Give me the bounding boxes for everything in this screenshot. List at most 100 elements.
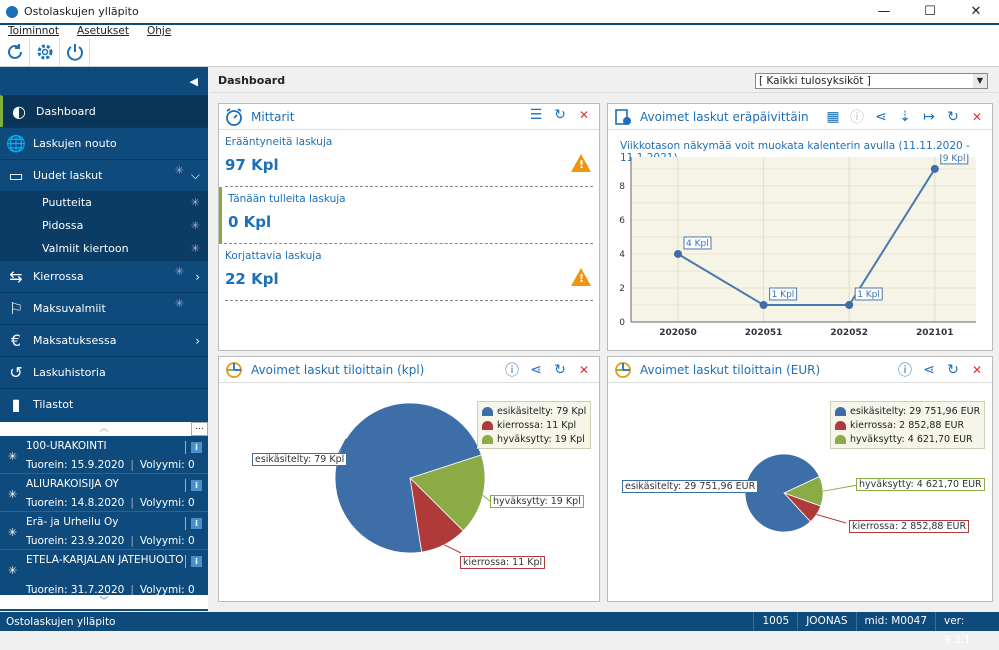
clipboard-clock-icon <box>612 106 634 128</box>
warning-glyph: ! <box>579 158 584 171</box>
globe-icon: 🌐 <box>5 133 27 155</box>
sidebar-item-label: Maksatuksessa <box>33 334 116 347</box>
scroll-up-button[interactable]: ︿ <box>0 422 208 436</box>
sidebar-subitem[interactable]: Pidossa✳ <box>0 214 208 237</box>
erapaivat-panel: Avoimet laskut eräpäivittäin ▦ⓘ⋖⇣↦↻✕ Vii… <box>607 103 993 351</box>
refresh-icon[interactable]: ↻ <box>944 109 962 125</box>
sort-icon[interactable]: ⇣ <box>896 109 914 125</box>
menu-ohje[interactable]: Ohje <box>147 25 171 37</box>
refresh-button[interactable] <box>0 38 30 66</box>
data-point[interactable] <box>845 301 853 309</box>
sidebar-item-label: Laskuhistoria <box>33 366 106 379</box>
maximize-button[interactable]: ☐ <box>907 0 953 23</box>
y-tick-label: 8 <box>619 182 625 192</box>
supplier-card[interactable]: ✳100-URAKOINTITuorein: 15.9.2020|Volyymi… <box>0 436 208 474</box>
info-icon[interactable]: i <box>191 442 202 453</box>
sidebar-item-dashboard[interactable]: ◐Dashboard <box>0 95 208 127</box>
chevron-down-icon: ▼ <box>973 74 987 88</box>
menu-asetukset[interactable]: Asetukset <box>77 25 129 37</box>
share-icon[interactable]: ⋖ <box>872 109 890 125</box>
subitem-label: Puutteita <box>42 196 92 209</box>
minimize-button[interactable]: — <box>861 0 907 23</box>
settings-button[interactable] <box>30 38 60 66</box>
refresh-icon[interactable]: ↻ <box>551 107 569 123</box>
supplier-latest: Tuorein: 23.9.2020 <box>26 535 124 547</box>
collapse-sidebar-button[interactable]: ◀ <box>0 67 208 95</box>
asterisk-icon: ✳ <box>175 164 184 177</box>
power-button[interactable] <box>60 38 90 66</box>
supplier-card[interactable]: ✳ETELÄ-KARJALAN JÄTEHUOLTO OYTuorein: 31… <box>0 550 208 595</box>
title-bar: Ostolaskujen ylläpito — ☐ ✕ <box>0 0 999 23</box>
menu-icon[interactable]: ☰ <box>527 107 545 123</box>
sidebar-item-maksuvalmiit[interactable]: ⚐Maksuvalmiit✳ <box>0 292 208 324</box>
y-tick-label: 0 <box>619 318 625 328</box>
sidebar-item-tilastot[interactable]: ▮Tilastot <box>0 388 208 420</box>
data-label: 9 Kpl <box>943 154 966 164</box>
menu-bar: Toiminnot Asetukset Ohje <box>0 23 999 37</box>
supplier-volume: Volyymi: 0 <box>140 584 195 595</box>
slice-label: hyväksytty: 19 Kpl <box>490 495 584 508</box>
mittarit-panel: Mittarit ☰↻✕ Erääntyneitä laskuja97 Kpl!… <box>218 103 600 351</box>
stats-icon: ▮ <box>5 394 27 416</box>
inbox-icon: ▭ <box>5 165 27 187</box>
x-tick-label: 202050 <box>659 328 697 338</box>
legend-item: esikäsitelty: 79 Kpl <box>482 404 586 418</box>
calendar-icon[interactable]: ▦ <box>824 109 842 125</box>
sidebar-item-kierrossa[interactable]: ⇆Kierrossa✳› <box>0 260 208 292</box>
dashboard-icon: ◐ <box>8 101 30 123</box>
history-icon: ↺ <box>5 362 27 384</box>
asterisk-icon: ✳ <box>191 242 200 255</box>
metric-value: 97 Kpl <box>225 156 279 174</box>
metric-label: Tänään tulleita laskuja <box>228 193 346 205</box>
slice-label: kierrossa: 2 852,88 EUR <box>849 520 969 533</box>
chevron-icon[interactable]: › <box>195 334 200 348</box>
sidebar-item-label: Uudet laskut <box>33 169 102 182</box>
asterisk-icon: ✳ <box>8 488 17 501</box>
supplier-card[interactable]: ✳ALIURAKOISIJA OYTuorein: 14.8.2020|Voly… <box>0 474 208 512</box>
panel-title: Avoimet laskut eräpäivittäin <box>640 110 809 124</box>
supplier-list[interactable]: ✳100-URAKOINTITuorein: 15.9.2020|Volyymi… <box>0 436 208 595</box>
asterisk-icon: ✳ <box>175 265 184 278</box>
supplier-details: Tuorein: 23.9.2020|Volyymi: 0 <box>26 535 195 547</box>
asterisk-icon: ✳ <box>8 526 17 539</box>
supplier-volume: Volyymi: 0 <box>140 497 195 509</box>
more-button[interactable]: ... <box>191 422 208 436</box>
info-icon[interactable]: i <box>191 518 202 529</box>
chevron-icon[interactable]: ⌵ <box>191 168 200 183</box>
separator: | <box>130 497 134 509</box>
x-tick-label: 202052 <box>830 328 868 338</box>
data-point[interactable] <box>674 250 682 258</box>
sidebar-subitem[interactable]: Puutteita✳ <box>0 191 208 214</box>
axis-icon[interactable]: ↦ <box>920 109 938 125</box>
info-icon[interactable]: i <box>191 556 202 567</box>
sidebar-item-laskujen-nouto[interactable]: 🌐Laskujen nouto <box>0 127 208 159</box>
supplier-card[interactable]: ✳Erä- ja Urheilu OyTuorein: 23.9.2020|Vo… <box>0 512 208 550</box>
data-label: 4 Kpl <box>686 239 709 249</box>
legend-item: kierrossa: 2 852,88 EUR <box>835 418 980 432</box>
chevron-icon[interactable]: › <box>195 270 200 284</box>
legend-swatch <box>835 421 846 430</box>
slice-label: esikäsitelty: 79 Kpl <box>252 453 347 466</box>
close-icon[interactable]: ✕ <box>968 110 986 124</box>
scroll-down-button[interactable]: ﹀ <box>0 595 208 609</box>
unit-select-value: [ Kaikki tulosyksiköt ] <box>759 75 871 87</box>
info-icon[interactable]: i <box>191 480 202 491</box>
sidebar-subitem[interactable]: Valmiit kiertoon✳ <box>0 237 208 260</box>
status-app-name: Ostolaskujen ylläpito <box>0 616 753 628</box>
sidebar-item-maksatuksessa[interactable]: €Maksatuksessa› <box>0 324 208 356</box>
unit-select[interactable]: [ Kaikki tulosyksiköt ] ▼ <box>755 73 988 89</box>
close-icon[interactable]: ✕ <box>575 108 593 122</box>
data-point[interactable] <box>931 165 939 173</box>
legend-label: esikäsitelty: 79 Kpl <box>497 406 586 417</box>
sidebar-item-label: Maksuvalmiit <box>33 302 106 315</box>
sidebar-item-laskuhistoria[interactable]: ↺ Laskuhistoria <box>0 356 208 388</box>
menu-toiminnot[interactable]: Toiminnot <box>8 25 59 37</box>
close-button[interactable]: ✕ <box>953 0 999 23</box>
asterisk-icon: ✳ <box>8 450 17 463</box>
data-point[interactable] <box>760 301 768 309</box>
warning-icon: ! <box>571 268 591 286</box>
power-icon <box>65 42 85 62</box>
slice-label: hyväksytty: 4 621,70 EUR <box>856 478 985 491</box>
info-icon[interactable]: ⓘ <box>848 107 866 127</box>
sidebar-item-uudet-laskut[interactable]: ▭ Uudet laskut ✳ ⌵ <box>0 159 208 191</box>
